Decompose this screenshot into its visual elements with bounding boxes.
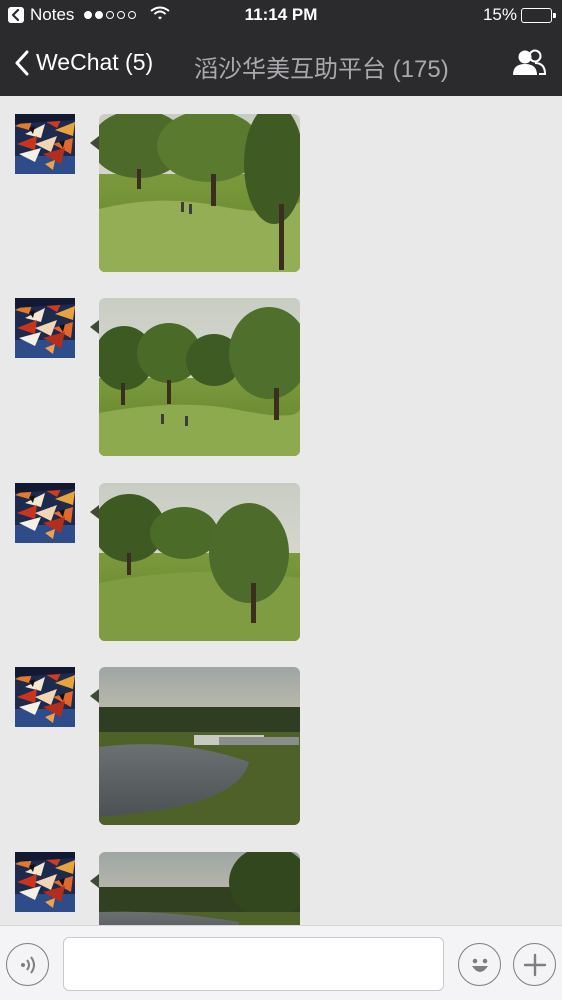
input-bar — [0, 925, 562, 1000]
voice-input-button[interactable] — [6, 943, 49, 986]
message-photo[interactable] — [99, 298, 300, 456]
message-item — [0, 649, 562, 825]
bubble-tail — [90, 874, 99, 888]
chevron-left-icon — [15, 50, 29, 75]
message-photo[interactable] — [99, 483, 300, 641]
emoji-button[interactable] — [458, 943, 501, 986]
message-text-input[interactable] — [63, 937, 444, 991]
voice-input-icon — [20, 955, 35, 974]
group-members-icon — [513, 49, 547, 75]
message-item — [0, 465, 562, 641]
battery-tip — [553, 12, 556, 18]
bubble-tail — [90, 136, 99, 150]
status-right: 15% — [482, 5, 556, 25]
back-button[interactable]: WeChat (5) — [14, 49, 153, 76]
sender-avatar[interactable] — [15, 114, 75, 174]
bubble-tail — [90, 689, 99, 703]
status-bar: Notes 11:14 PM 15% — [0, 0, 562, 32]
chat-title: 滔沙华美互助平台 (175) — [194, 56, 449, 83]
battery-icon — [521, 7, 556, 23]
message-photo[interactable] — [99, 114, 300, 272]
bubble-tail — [90, 320, 99, 334]
header: Notes 11:14 PM 15% WeChat (5) 滔沙华美互助平台 (… — [0, 0, 562, 96]
message-photo[interactable] — [99, 667, 300, 825]
message-item — [0, 96, 562, 272]
navigation-bar: WeChat (5) 滔沙华美互助平台 (175) — [0, 32, 562, 96]
battery-percent: 15% — [482, 5, 517, 24]
group-members-button[interactable] — [512, 48, 547, 83]
chat-messages[interactable] — [0, 96, 562, 925]
sender-avatar[interactable] — [15, 852, 75, 912]
sender-avatar[interactable] — [15, 298, 75, 358]
sender-avatar[interactable] — [15, 483, 75, 543]
more-actions-button[interactable] — [513, 943, 556, 986]
message-item — [0, 280, 562, 456]
bubble-tail — [90, 505, 99, 519]
sender-avatar[interactable] — [15, 667, 75, 727]
back-button-label[interactable]: WeChat (5) — [36, 49, 153, 76]
message-photo[interactable] — [99, 852, 300, 925]
plus-icon — [523, 953, 546, 976]
emoji-icon — [471, 958, 488, 972]
message-item — [0, 834, 562, 925]
status-time: 11:14 PM — [244, 5, 318, 24]
